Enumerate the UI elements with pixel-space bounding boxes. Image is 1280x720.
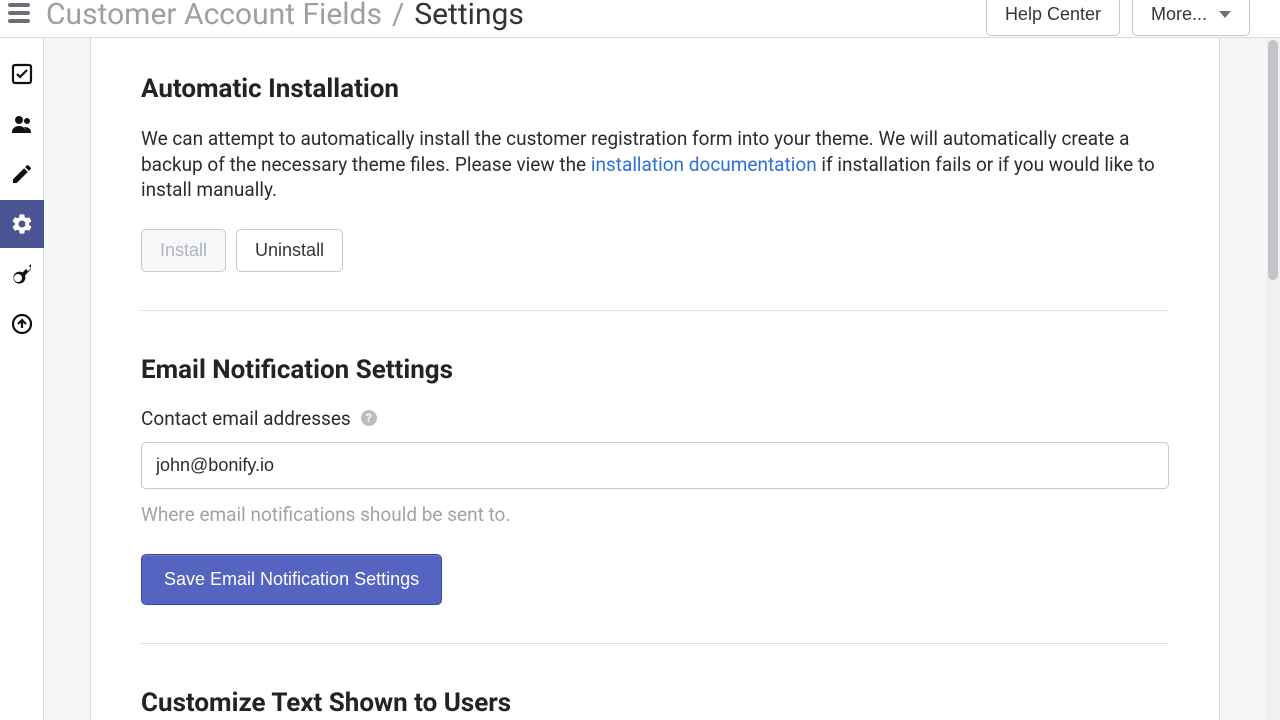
check-square-icon <box>10 62 34 86</box>
contact-email-input[interactable] <box>141 442 1169 489</box>
breadcrumb: Customer Account Fields / Settings <box>8 0 524 32</box>
sidebar <box>0 38 44 720</box>
section-title-installation: Automatic Installation <box>141 74 1169 104</box>
installation-documentation-link[interactable]: installation documentation <box>591 153 817 176</box>
scrollbar[interactable] <box>1266 38 1280 720</box>
sidebar-item-checkbox[interactable] <box>0 50 44 98</box>
sidebar-item-users[interactable] <box>0 100 44 148</box>
section-title-customize: Customize Text Shown to Users <box>141 688 1169 718</box>
sidebar-item-upload[interactable] <box>0 300 44 348</box>
section-title-email: Email Notification Settings <box>141 355 1169 385</box>
save-email-settings-button[interactable]: Save Email Notification Settings <box>141 554 442 605</box>
divider <box>141 643 1169 644</box>
more-button-label: More... <box>1151 4 1207 25</box>
uninstall-button[interactable]: Uninstall <box>236 229 343 272</box>
help-center-button[interactable]: Help Center <box>986 0 1120 36</box>
contact-email-hint: Where email notifications should be sent… <box>141 503 1169 526</box>
scrollbar-thumb[interactable] <box>1268 40 1278 280</box>
hamburger-icon[interactable] <box>8 3 30 23</box>
install-button-row: Install Uninstall <box>141 229 1169 272</box>
breadcrumb-parent[interactable]: Customer Account Fields <box>46 0 382 32</box>
sidebar-item-edit[interactable] <box>0 150 44 198</box>
topbar-actions: Help Center More... <box>986 0 1250 36</box>
gear-icon <box>10 212 34 236</box>
divider <box>141 310 1169 311</box>
main-content: Automatic Installation We can attempt to… <box>90 38 1220 720</box>
help-icon[interactable]: ? <box>361 410 377 426</box>
sidebar-item-key[interactable] <box>0 250 44 298</box>
breadcrumb-separator: / <box>392 0 404 32</box>
contact-email-label: Contact email addresses ? <box>141 407 1169 430</box>
install-button: Install <box>141 229 226 272</box>
users-icon <box>10 112 34 136</box>
sidebar-item-settings[interactable] <box>0 200 44 248</box>
more-button[interactable]: More... <box>1132 0 1250 36</box>
breadcrumb-current: Settings <box>414 0 524 32</box>
key-icon <box>10 262 34 286</box>
contact-email-label-text: Contact email addresses <box>141 407 351 430</box>
installation-description: We can attempt to automatically install … <box>141 126 1169 203</box>
pencil-square-icon <box>10 162 34 186</box>
topbar: Customer Account Fields / Settings Help … <box>0 0 1280 38</box>
arrow-up-circle-icon <box>10 312 34 336</box>
chevron-down-icon <box>1219 11 1231 18</box>
